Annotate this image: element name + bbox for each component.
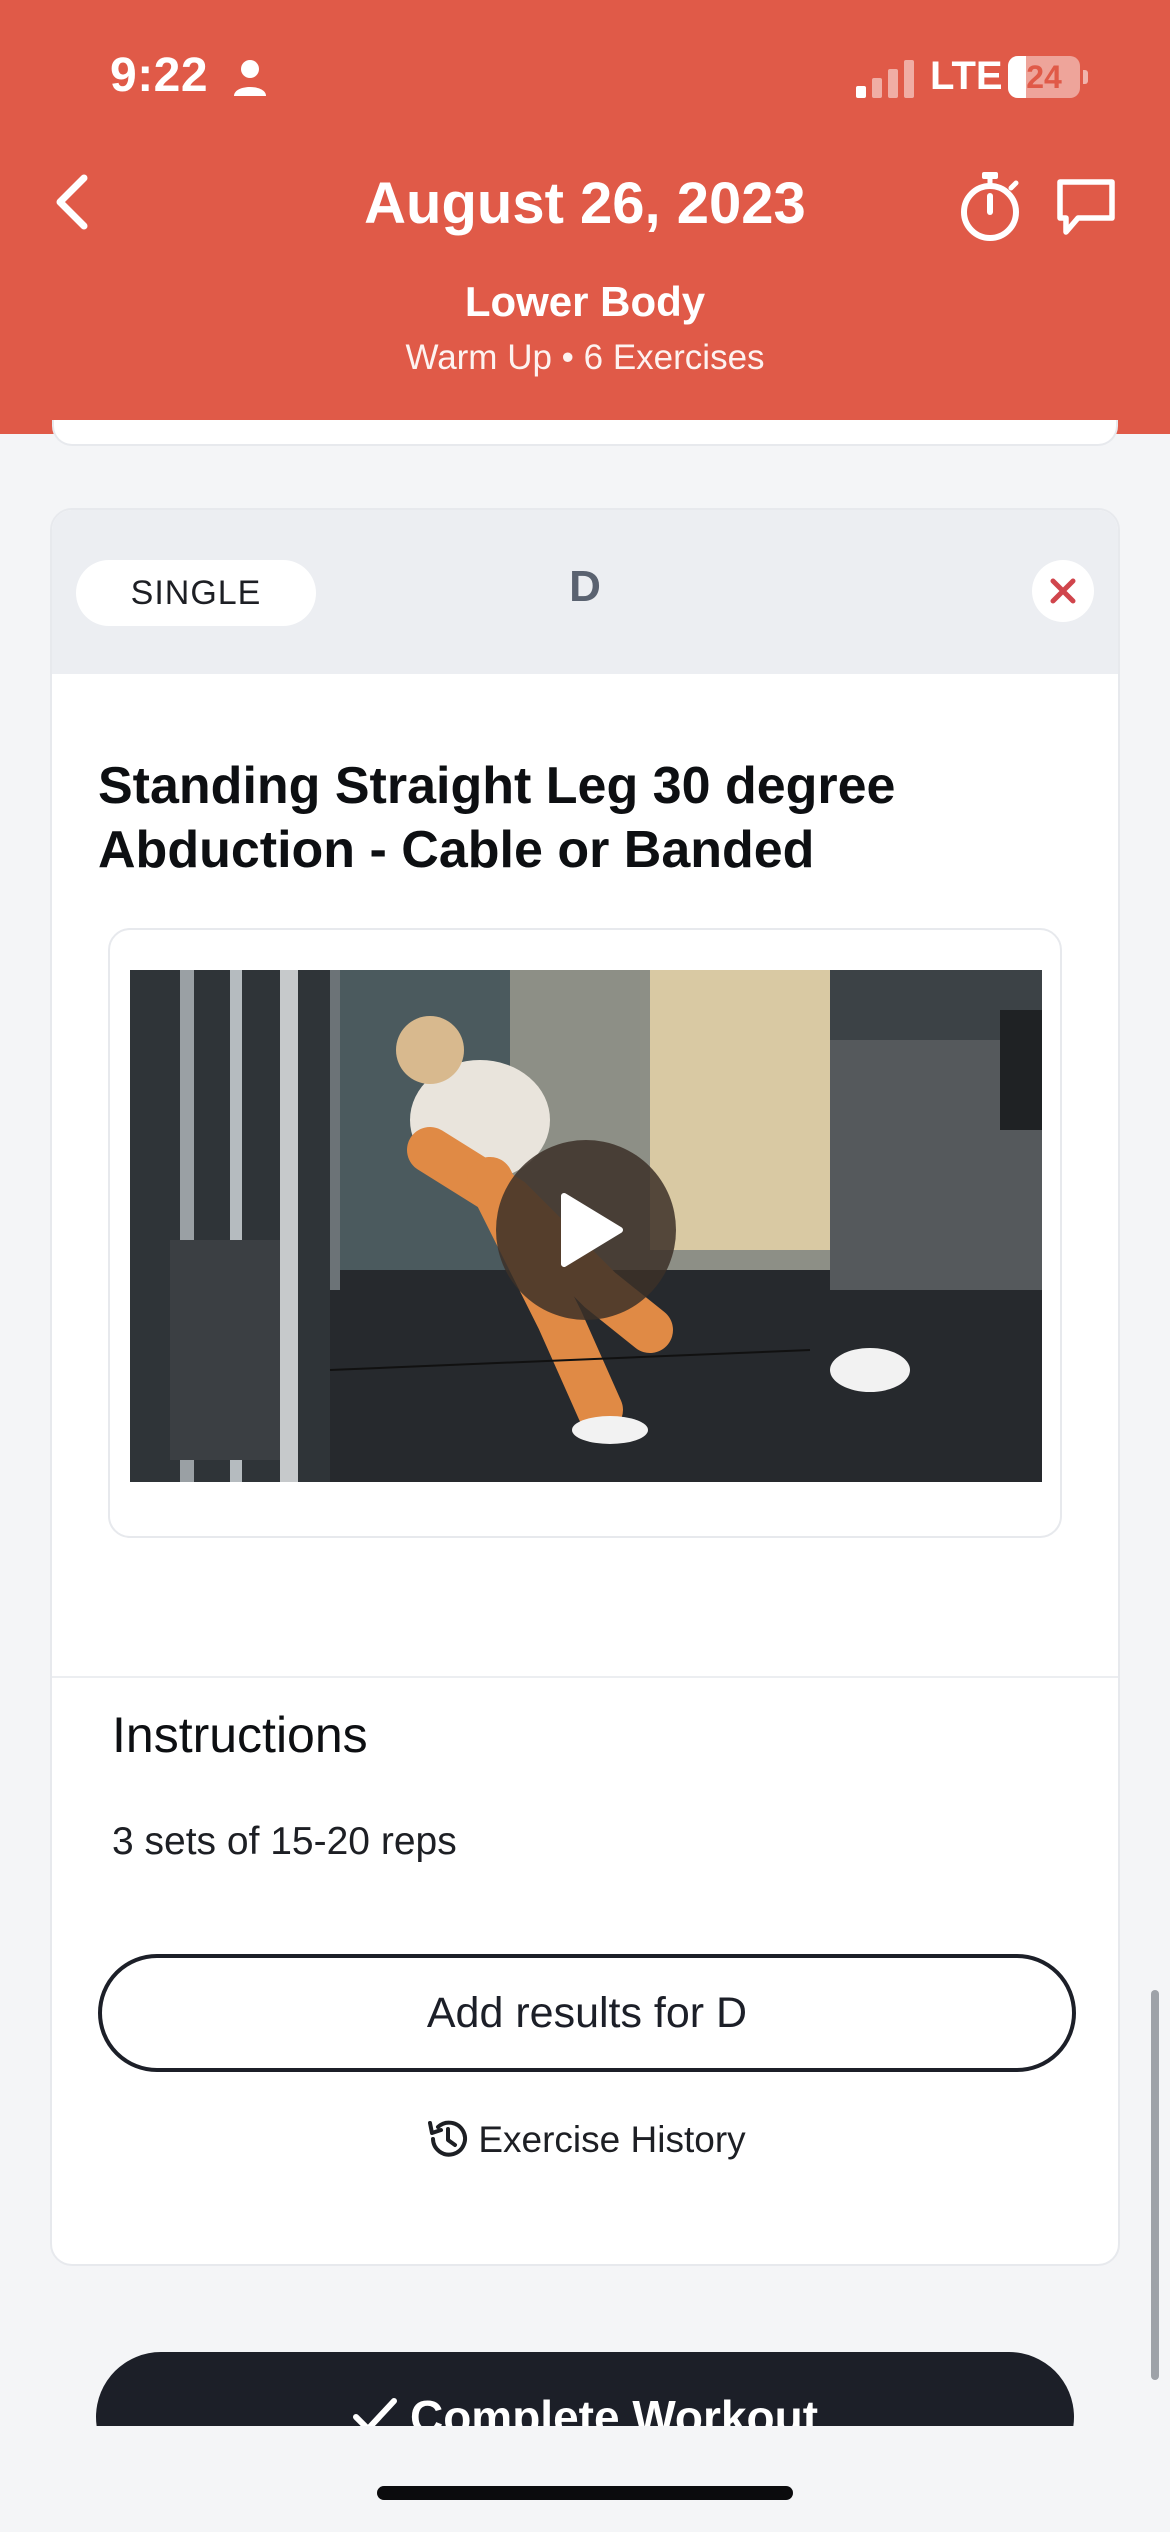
complete-workout-label: Complete Workout [409, 2391, 819, 2426]
battery-level: 24 [1026, 59, 1062, 95]
section-divider [52, 1676, 1118, 1678]
network-type: LTE [930, 54, 1003, 98]
workout-header: 9:22 LTE 24 August 26, 2023 Lower Body W… [0, 0, 1170, 434]
exercise-letter: D [569, 562, 601, 611]
exercise-card: SINGLE D Standing Straight Leg 30 degree… [50, 508, 1120, 2266]
play-video-button[interactable] [496, 1140, 676, 1320]
video-container [108, 928, 1062, 1538]
exercise-video-thumbnail[interactable] [130, 970, 1042, 1482]
exercise-title: Standing Straight Leg 30 degree Abductio… [98, 757, 896, 879]
exercise-history-link[interactable]: Exercise History [52, 2118, 1118, 2166]
scrollbar[interactable] [1151, 1990, 1159, 2380]
battery-icon: 24 [1008, 56, 1088, 98]
remove-exercise-button[interactable] [1032, 560, 1094, 622]
workout-subtitle: Warm Up • 6 Exercises [405, 338, 765, 377]
stopwatch-icon[interactable] [958, 170, 1022, 242]
workout-screen: 9:22 LTE 24 August 26, 2023 Lower Body W… [0, 0, 1170, 2532]
checkmark-icon [352, 2397, 397, 2426]
instructions-text: 3 sets of 15-20 reps [112, 1820, 457, 1863]
play-icon [561, 1193, 623, 1267]
instructions-heading: Instructions [112, 1707, 368, 1763]
exercise-history-label: Exercise History [478, 2118, 746, 2160]
home-indicator[interactable] [377, 2486, 793, 2500]
workout-name: Lower Body [464, 278, 706, 325]
cellular-signal-icon [856, 60, 914, 98]
previous-exercise-card [52, 420, 1118, 446]
close-icon [1050, 578, 1076, 604]
complete-workout-area: Complete Workout [0, 2336, 1170, 2426]
exercise-card-header: SINGLE D [52, 510, 1118, 674]
complete-workout-button[interactable]: Complete Workout [96, 2352, 1074, 2426]
add-results-button[interactable]: Add results for D [98, 1954, 1076, 2072]
person-icon [234, 60, 266, 96]
status-time: 9:22 [110, 49, 209, 102]
chat-icon[interactable] [1054, 176, 1118, 238]
history-icon [428, 2120, 468, 2157]
